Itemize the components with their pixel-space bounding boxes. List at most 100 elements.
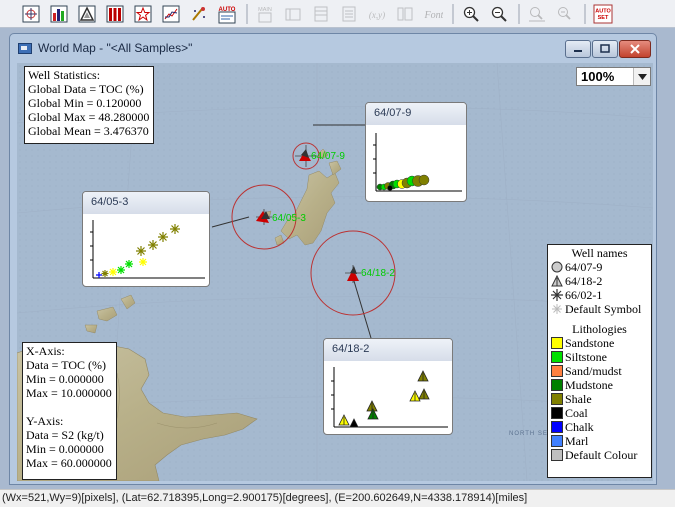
toolbar-separator	[584, 3, 586, 24]
mini-scatter-64-05-3	[90, 220, 205, 279]
popup-title: 64/05-3	[83, 192, 209, 214]
stats-global-max: Global Max = 48.280000	[28, 110, 150, 124]
legend-lithology-item: Marl	[551, 434, 648, 448]
line-chart-icon[interactable]	[160, 3, 182, 25]
svg-text:Font: Font	[424, 10, 443, 21]
popup-title: 64/18-2	[324, 339, 452, 361]
stats-global-min: Global Min = 0.120000	[28, 96, 142, 110]
chevron-down-icon[interactable]	[633, 68, 650, 85]
popup-chart-64-07-9[interactable]: 64/07-9	[365, 102, 467, 202]
zoom-value: 100%	[581, 69, 615, 84]
x-axis-heading: X-Axis:	[26, 344, 65, 358]
stats-heading: Well Statistics:	[28, 68, 101, 82]
maximize-icon	[600, 44, 610, 53]
lithology-label: Marl	[565, 434, 589, 448]
column-chart-icon[interactable]	[104, 3, 126, 25]
well-label-64-18-2: 64/18-2	[361, 268, 395, 279]
minimize-button[interactable]	[565, 40, 591, 58]
popup-chart-64-05-3[interactable]: 64/05-3	[82, 191, 210, 287]
stats-global-mean: Global Mean = 3.476370	[28, 124, 149, 138]
lithology-label: Sandstone	[565, 336, 615, 350]
legend-lithology-item: Default Colour	[551, 448, 648, 462]
circle-marker-icon	[551, 261, 563, 273]
mini-scatter-64-07-9	[373, 133, 462, 192]
lithology-list: Sandstone Siltstone Sand/mudst Mudstone Shal…	[551, 336, 648, 462]
x-axis-max: Max = 10.000000	[26, 386, 112, 400]
legend-lithology-item: Siltstone	[551, 350, 648, 364]
svg-text:AUTO: AUTO	[595, 8, 611, 14]
svg-text:SET: SET	[598, 15, 609, 21]
close-button[interactable]	[619, 40, 651, 58]
close-icon	[630, 44, 640, 54]
legend-box: Well names 64/07-9 64/18-2 66/02-1 Defau…	[547, 244, 652, 478]
zoom-fit-icon[interactable]	[526, 3, 548, 25]
minimize-icon	[574, 50, 582, 52]
popup-chart-64-18-2[interactable]: 64/18-2	[323, 338, 453, 435]
toolbar-separator	[518, 3, 520, 24]
lithology-label: Chalk	[565, 420, 594, 434]
status-coordinates: (Wx=521,Wy=9)[pixels], (Lat=62.718395,Lo…	[2, 492, 528, 504]
zoom-select[interactable]: 100%	[576, 67, 651, 86]
y-axis-data: Data = S2 (kg/t)	[26, 428, 104, 442]
lithology-swatch	[551, 379, 563, 391]
zoom-reset-icon[interactable]	[554, 3, 576, 25]
triangle-icon[interactable]	[76, 3, 98, 25]
triangle-marker-icon	[551, 275, 563, 287]
star-marker-icon	[551, 289, 563, 301]
lithology-swatch	[551, 365, 563, 377]
stats-global-data: Global Data = TOC (%)	[28, 82, 144, 96]
main-icon[interactable]: MAIN	[254, 3, 276, 25]
list-icon[interactable]	[338, 3, 360, 25]
legend-lithology-item: Shale	[551, 392, 648, 406]
lithology-swatch	[551, 351, 563, 363]
lithology-label: Coal	[565, 406, 588, 420]
column-layout-icon[interactable]	[394, 3, 416, 25]
auto-set-icon[interactable]: AUTO SET	[592, 3, 614, 25]
window-title: World Map - "<All Samples>"	[18, 41, 192, 55]
lithology-swatch	[551, 421, 563, 433]
font-icon[interactable]: Font	[422, 3, 444, 25]
lithology-label: Sand/mudst	[565, 364, 622, 378]
north-sea-label: NORTH SE	[509, 431, 548, 437]
lithology-label: Siltstone	[565, 350, 608, 364]
legend-wells-title: Well names	[571, 246, 628, 260]
legend-well-item: 66/02-1	[551, 288, 648, 302]
zoom-in-icon[interactable]	[460, 3, 482, 25]
scatter-brush-icon[interactable]	[188, 3, 210, 25]
x-axis-data: Data = TOC (%)	[26, 358, 106, 372]
svg-text:MAIN: MAIN	[258, 7, 272, 13]
bar-chart-icon[interactable]	[48, 3, 70, 25]
maximize-button[interactable]	[592, 40, 618, 58]
lithology-swatch	[551, 449, 563, 461]
legend-well-item: 64/18-2	[551, 274, 648, 288]
lithology-swatch	[551, 407, 563, 419]
well-label-64-05-3: 64/05-3	[272, 213, 306, 224]
map-window-icon	[18, 42, 32, 54]
well-statistics-box: Well Statistics: Global Data = TOC (%) G…	[24, 66, 154, 144]
lithology-label: Default Colour	[565, 448, 638, 462]
crosshair-tool-icon[interactable]	[20, 3, 42, 25]
axis-info-box: X-Axis: Data = TOC (%) Min = 0.000000 Ma…	[22, 342, 117, 480]
y-axis-max: Max = 60.000000	[26, 456, 112, 470]
legend-lithologies-title: Lithologies	[572, 322, 627, 336]
xy-icon[interactable]: (x,y)	[366, 3, 388, 25]
legend-lithology-item: Chalk	[551, 420, 648, 434]
y-axis-min: Min = 0.000000	[26, 442, 104, 456]
legend-lithology-item: Sandstone	[551, 336, 648, 350]
toolbar: AUTO MAIN (x,y) Font AUTO SET	[0, 0, 675, 28]
grid-icon[interactable]	[310, 3, 332, 25]
well-label-64-07-9: 64/07-9	[311, 151, 345, 162]
lithology-label: Mudstone	[565, 378, 613, 392]
popup-title: 64/07-9	[366, 103, 466, 125]
x-axis-min: Min = 0.000000	[26, 372, 104, 386]
auto-layout-icon[interactable]: AUTO	[216, 3, 238, 25]
lithology-swatch	[551, 337, 563, 349]
legend-well-item: Default Symbol	[551, 302, 648, 316]
window-title-text: World Map - "<All Samples>"	[38, 41, 193, 55]
star-chart-icon[interactable]	[132, 3, 154, 25]
legend-lithology-item: Coal	[551, 406, 648, 420]
lithology-swatch	[551, 393, 563, 405]
panel-icon[interactable]	[282, 3, 304, 25]
zoom-out-icon[interactable]	[488, 3, 510, 25]
lithology-label: Shale	[565, 392, 592, 406]
